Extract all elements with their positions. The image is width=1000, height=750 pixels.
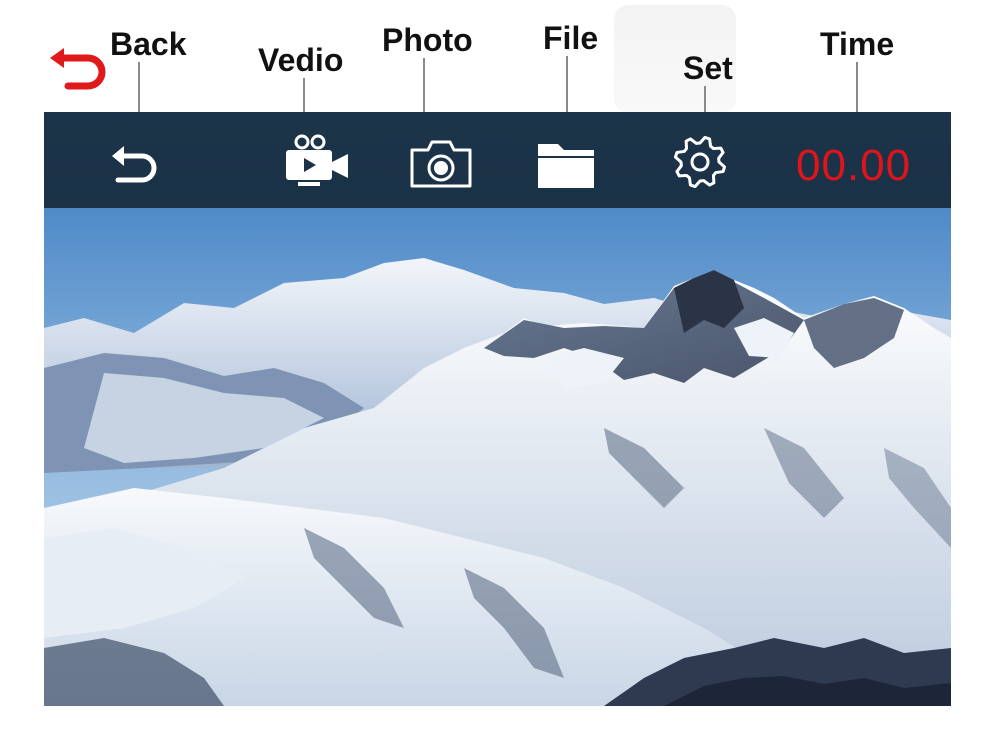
set-button[interactable] — [670, 132, 730, 192]
camera-preview-image — [44, 208, 951, 706]
label-back: Back — [110, 26, 187, 62]
time-readout: 00.00 — [796, 141, 912, 190]
label-photo: Photo — [382, 22, 473, 58]
toolbar: 00.00 — [44, 112, 951, 208]
back-arrow-icon — [112, 146, 157, 183]
folder-icon — [538, 144, 594, 188]
device-screen: 00.00 — [44, 112, 951, 706]
video-camera-icon — [286, 134, 348, 186]
label-set: Set — [683, 50, 733, 86]
photo-button[interactable] — [408, 134, 474, 190]
red-back-arrow-icon — [50, 48, 106, 90]
gear-icon — [673, 135, 727, 189]
camera-icon — [410, 140, 472, 188]
label-video: Vedio — [258, 42, 344, 78]
video-button[interactable] — [282, 134, 354, 190]
label-file: File — [543, 20, 599, 56]
label-time: Time — [820, 26, 895, 62]
file-button[interactable] — [534, 134, 598, 190]
annotated-ui-diagram: Back Vedio Photo File Set Time 00.00 — [0, 0, 1000, 750]
back-button[interactable] — [104, 134, 164, 190]
